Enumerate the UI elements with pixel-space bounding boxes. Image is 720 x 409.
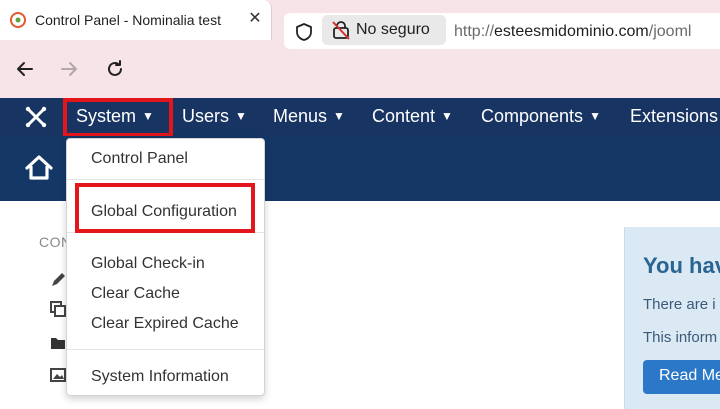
forward-arrow-icon[interactable] [58, 58, 80, 80]
highlight-system-menu [63, 98, 173, 137]
menu-content-label: Content [372, 106, 436, 126]
menu-menus[interactable]: Menus ▼ [273, 106, 345, 127]
reload-icon[interactable] [104, 58, 126, 80]
url-path: /jooml [648, 23, 692, 40]
joomla-favicon-icon [10, 12, 26, 28]
caret-down-icon: ▼ [333, 109, 345, 123]
insecure-lock-icon [332, 20, 350, 40]
caret-down-icon: ▼ [235, 109, 247, 123]
info-notice: You hav There are i This inform Read Me [624, 227, 720, 409]
notice-text-2: This inform [643, 329, 718, 346]
system-dropdown-menu: Control Panel Global Configuration Globa… [66, 138, 265, 396]
read-more-button[interactable]: Read Me [643, 360, 720, 394]
tab-title: Control Panel - Nominalia test [35, 12, 221, 28]
notice-title: You hav [643, 253, 720, 278]
menu-extensions[interactable]: Extensions [630, 106, 718, 127]
menu-item-clear-expired-cache[interactable]: Clear Expired Cache [91, 315, 239, 333]
tab-close-icon[interactable]: ✕ [246, 10, 264, 28]
joomla-logo-icon[interactable] [24, 106, 48, 128]
notice-text-1: There are i [643, 296, 716, 313]
caret-down-icon: ▼ [589, 109, 601, 123]
menu-item-control-panel[interactable]: Control Panel [91, 150, 188, 168]
menu-divider [67, 179, 264, 180]
menu-item-global-check-in[interactable]: Global Check-in [91, 255, 205, 273]
menu-item-system-information[interactable]: System Information [91, 368, 229, 386]
shield-icon[interactable] [294, 22, 314, 42]
url-text[interactable]: http://esteesmidominio.com/jooml [454, 23, 691, 41]
security-label: No seguro [356, 21, 430, 38]
caret-down-icon: ▼ [441, 109, 453, 123]
menu-menus-label: Menus [273, 106, 328, 126]
security-indicator[interactable]: No seguro [322, 15, 446, 45]
menu-item-clear-cache[interactable]: Clear Cache [91, 285, 180, 303]
menu-users[interactable]: Users ▼ [182, 106, 247, 127]
url-prefix: http:// [454, 23, 495, 40]
back-arrow-icon[interactable] [14, 58, 36, 80]
menu-users-label: Users [182, 106, 230, 126]
copy-icon[interactable] [50, 301, 66, 317]
pencil-icon[interactable] [50, 272, 66, 288]
image-icon[interactable] [50, 367, 66, 383]
url-host: esteesmidominio.com [494, 23, 649, 40]
browser-tab[interactable]: Control Panel - Nominalia test ✕ [0, 0, 272, 40]
menu-content[interactable]: Content ▼ [372, 106, 453, 127]
highlight-global-configuration [75, 183, 255, 233]
menu-components-label: Components [481, 106, 584, 126]
folder-icon[interactable] [50, 335, 66, 351]
menu-components[interactable]: Components ▼ [481, 106, 601, 127]
menu-divider [67, 349, 264, 350]
home-icon[interactable] [24, 154, 54, 182]
menu-extensions-label: Extensions [630, 106, 719, 126]
